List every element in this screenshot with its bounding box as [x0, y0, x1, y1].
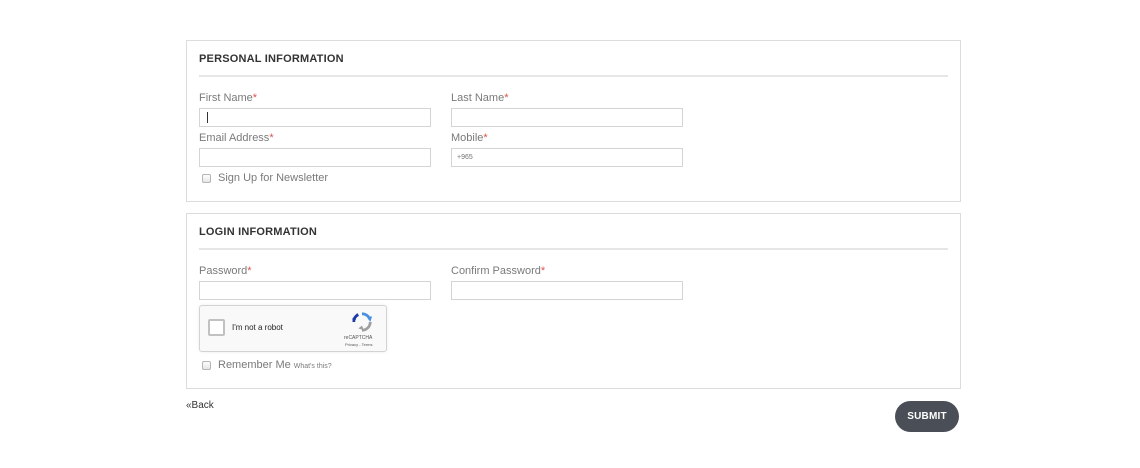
password-label: Password*: [199, 265, 252, 277]
newsletter-label: Sign Up for Newsletter: [218, 172, 329, 184]
email-label: Email Address*: [199, 132, 274, 144]
email-input[interactable]: [199, 148, 431, 167]
mobile-input[interactable]: [451, 148, 683, 167]
remember-me-label: Remember Me: [218, 359, 291, 371]
whats-this-link[interactable]: What's this?: [294, 363, 332, 370]
mobile-label: Mobile*: [451, 132, 488, 144]
registration-page: PERSONAL INFORMATION First Name* Last Na…: [0, 0, 1140, 468]
recaptcha-brand: reCAPTCHA: [344, 335, 373, 341]
last-name-label: Last Name*: [451, 92, 508, 104]
first-name-label: First Name*: [199, 92, 257, 104]
required-marker: *: [483, 132, 488, 144]
mobile-label-text: Mobile: [451, 132, 484, 144]
confirm-password-input[interactable]: [451, 281, 683, 300]
first-name-label-text: First Name: [199, 92, 253, 104]
required-marker: *: [247, 265, 252, 277]
section-divider: [199, 75, 948, 77]
newsletter-checkbox[interactable]: [202, 173, 211, 183]
login-information-section: LOGIN INFORMATION Password* Confirm Pass…: [186, 213, 961, 389]
required-marker: *: [540, 265, 546, 277]
submit-button[interactable]: SUBMIT: [895, 401, 959, 432]
first-name-input[interactable]: [199, 108, 431, 127]
recaptcha-terms[interactable]: Privacy - Terms: [345, 342, 372, 347]
recaptcha-logo-icon: [351, 312, 373, 332]
recaptcha-widget: I'm not a robot reCAPTCHA Privacy - Term…: [199, 305, 387, 352]
personal-information-heading: PERSONAL INFORMATION: [199, 53, 344, 65]
last-name-label-text: Last Name: [451, 92, 505, 104]
confirm-password-label: Confirm Password*: [451, 265, 545, 277]
newsletter-option[interactable]: Sign Up for Newsletter: [202, 172, 328, 184]
required-marker: *: [269, 132, 274, 144]
section-divider: [199, 248, 948, 250]
required-marker: *: [504, 92, 509, 104]
text-cursor: [207, 112, 208, 123]
back-link[interactable]: «Back: [186, 400, 214, 411]
personal-information-section: PERSONAL INFORMATION First Name* Last Na…: [186, 40, 961, 202]
recaptcha-label: I'm not a robot: [232, 323, 283, 332]
password-label-text: Password: [199, 265, 248, 277]
email-label-text: Email Address: [199, 132, 270, 144]
password-input[interactable]: [199, 281, 431, 300]
recaptcha-checkbox[interactable]: [208, 319, 225, 336]
confirm-password-label-text: Confirm Password: [451, 265, 541, 277]
last-name-input[interactable]: [451, 108, 683, 127]
login-information-heading: LOGIN INFORMATION: [199, 226, 318, 238]
remember-me-checkbox[interactable]: [202, 360, 211, 370]
remember-me-option[interactable]: Remember Me What's this?: [202, 359, 332, 371]
required-marker: *: [252, 92, 258, 104]
